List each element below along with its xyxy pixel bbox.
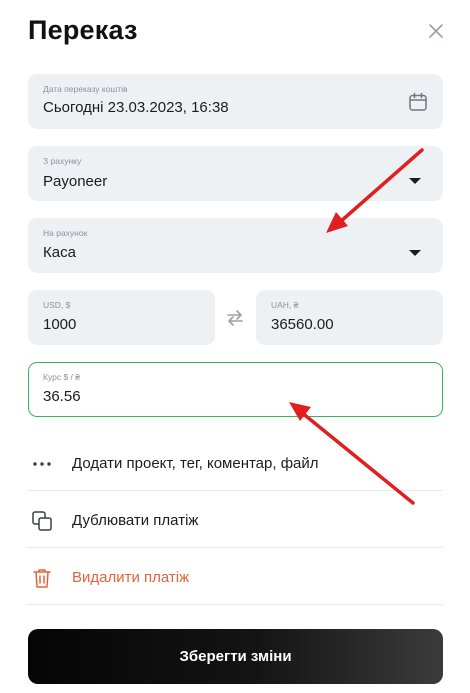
exchange-rate-value[interactable]: 36.56 — [43, 388, 81, 405]
duplicate-payment-label: Дублювати платіж — [72, 512, 199, 529]
chevron-down-icon[interactable] — [409, 250, 421, 256]
exchange-rate-label: Курс $ / ₴ — [43, 372, 80, 382]
calendar-icon[interactable] — [408, 92, 428, 112]
amount-from-input[interactable]: USD, $ 1000 — [28, 290, 215, 345]
date-field[interactable]: Дата переказу коштів Сьогодні 23.03.2023… — [28, 74, 443, 129]
amount-to-value[interactable]: 36560.00 — [271, 316, 334, 333]
chevron-down-icon[interactable] — [409, 178, 421, 184]
from-account-label: З рахунку — [43, 156, 82, 166]
date-field-value: Сьогодні 23.03.2023, 16:38 — [43, 99, 229, 116]
amount-to-input[interactable]: UAH, ₴ 36560.00 — [256, 290, 443, 345]
swap-icon[interactable] — [224, 307, 246, 329]
exchange-rate-input[interactable]: Курс $ / ₴ 36.56 — [28, 362, 443, 417]
date-field-label: Дата переказу коштів — [43, 84, 128, 94]
more-dots-icon — [33, 462, 51, 466]
to-account-select[interactable]: На рахунок Каса — [28, 218, 443, 273]
amount-to-label: UAH, ₴ — [271, 300, 299, 310]
save-changes-button[interactable]: Зберегти зміни — [28, 629, 443, 684]
trash-icon — [33, 569, 51, 588]
add-details-label: Додати проект, тег, коментар, файл — [72, 455, 319, 472]
duplicate-payment-button[interactable]: Дублювати платіж — [28, 491, 443, 548]
to-account-label: На рахунок — [43, 228, 88, 238]
page-title: Переказ — [28, 15, 138, 45]
to-account-value: Каса — [43, 244, 76, 261]
duplicate-icon — [32, 511, 52, 531]
delete-payment-button[interactable]: Видалити платіж — [28, 548, 443, 605]
from-account-value: Payoneer — [43, 173, 108, 190]
add-details-button[interactable]: Додати проект, тег, коментар, файл — [28, 434, 443, 491]
close-icon[interactable] — [426, 21, 446, 41]
from-account-select[interactable]: З рахунку Payoneer — [28, 146, 443, 201]
delete-payment-label: Видалити платіж — [72, 569, 190, 586]
amount-from-label: USD, $ — [43, 300, 71, 310]
amount-from-value[interactable]: 1000 — [43, 316, 76, 333]
